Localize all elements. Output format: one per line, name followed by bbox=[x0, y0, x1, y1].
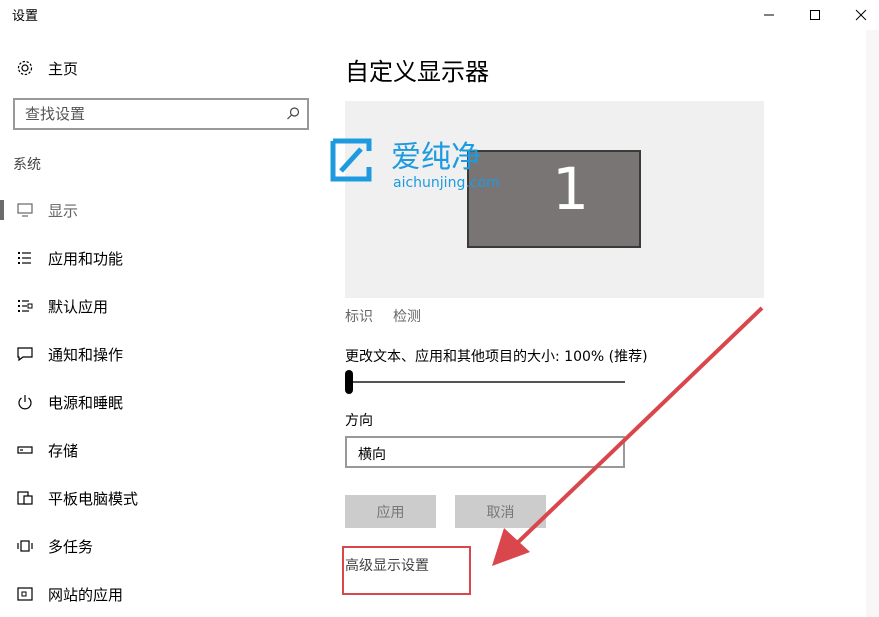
sidebar-item-label: 显示 bbox=[48, 202, 79, 220]
close-button[interactable] bbox=[838, 0, 879, 30]
sidebar-item-label: 多任务 bbox=[48, 538, 94, 556]
active-indicator bbox=[0, 200, 4, 220]
close-icon bbox=[855, 9, 867, 21]
sidebar-item-label: 平板电脑模式 bbox=[48, 490, 139, 508]
scale-label: 更改文本、应用和其他项目的大小: 100% (推荐) bbox=[345, 349, 648, 365]
window-title: 设置 bbox=[12, 9, 39, 24]
annotation-highlight-box bbox=[342, 546, 471, 595]
sidebar-item-multitasking[interactable]: 多任务 bbox=[0, 526, 325, 566]
notification-icon bbox=[17, 347, 33, 362]
maximize-button[interactable] bbox=[792, 0, 838, 30]
minimize-icon bbox=[764, 14, 774, 16]
default-apps-icon bbox=[18, 300, 33, 312]
sidebar-item-label: 通知和操作 bbox=[48, 346, 124, 364]
power-icon bbox=[18, 395, 32, 410]
sidebar-item-apps-features[interactable]: 应用和功能 bbox=[0, 238, 325, 278]
watermark-url: aichunjing.com bbox=[393, 175, 500, 191]
sidebar-item-notifications[interactable]: 通知和操作 bbox=[0, 334, 325, 374]
sidebar-item-display[interactable]: 显示 bbox=[0, 190, 325, 230]
search-box[interactable] bbox=[13, 98, 309, 130]
orientation-label: 方向 bbox=[345, 413, 373, 429]
multitask-icon bbox=[17, 540, 33, 552]
apply-button[interactable]: 应用 bbox=[345, 495, 436, 528]
orientation-dropdown[interactable]: 横向 bbox=[345, 436, 625, 468]
display-arrangement-area: 1 爱纯净 aichunjing.com bbox=[330, 101, 764, 298]
tablet-icon bbox=[17, 491, 33, 505]
sidebar-item-label: 网站的应用 bbox=[48, 586, 124, 604]
gear-icon bbox=[17, 60, 33, 76]
sidebar-item-label: 存储 bbox=[48, 442, 79, 460]
page-title: 自定义显示器 bbox=[345, 58, 489, 86]
sidebar-item-tablet-mode[interactable]: 平板电脑模式 bbox=[0, 478, 325, 518]
maximize-icon bbox=[810, 10, 820, 20]
list-icon bbox=[18, 252, 31, 264]
slider-track[interactable] bbox=[349, 381, 625, 383]
search-icon[interactable] bbox=[285, 106, 301, 122]
minimize-button[interactable] bbox=[746, 0, 792, 30]
slider-thumb[interactable] bbox=[345, 370, 353, 394]
sidebar-item-label: 电源和睡眠 bbox=[48, 394, 124, 412]
monitor-icon bbox=[17, 203, 33, 217]
home-label: 主页 bbox=[48, 59, 79, 78]
home-link[interactable]: 主页 bbox=[16, 58, 78, 78]
orientation-value: 横向 bbox=[358, 447, 386, 463]
title-bar: 设置 bbox=[0, 0, 879, 30]
identify-link[interactable]: 标识 bbox=[345, 306, 373, 326]
section-label-system: 系统 bbox=[13, 157, 41, 173]
sidebar: 主页 系统 显示 应用和功能 默认应用 通知和操作 电源和睡眠 存储 平板电脑模… bbox=[0, 30, 325, 617]
sidebar-item-label: 默认应用 bbox=[48, 298, 109, 316]
watermark-logo: 爱纯净 aichunjing.com bbox=[330, 138, 500, 191]
scrollbar[interactable] bbox=[866, 30, 879, 617]
watermark-text: 爱纯净 bbox=[391, 140, 481, 175]
storage-icon bbox=[17, 446, 33, 454]
detect-link[interactable]: 检测 bbox=[393, 306, 421, 326]
sidebar-item-storage[interactable]: 存储 bbox=[0, 430, 325, 470]
cancel-button[interactable]: 取消 bbox=[455, 495, 546, 528]
sidebar-item-default-apps[interactable]: 默认应用 bbox=[0, 286, 325, 326]
sidebar-item-web-apps[interactable]: 网站的应用 bbox=[0, 574, 325, 614]
sidebar-item-power-sleep[interactable]: 电源和睡眠 bbox=[0, 382, 325, 422]
scale-slider[interactable] bbox=[345, 368, 627, 396]
search-input[interactable] bbox=[15, 100, 265, 128]
sidebar-item-label: 应用和功能 bbox=[48, 250, 124, 268]
web-apps-icon bbox=[17, 587, 33, 601]
display-links: 标识 检测 bbox=[345, 306, 421, 326]
